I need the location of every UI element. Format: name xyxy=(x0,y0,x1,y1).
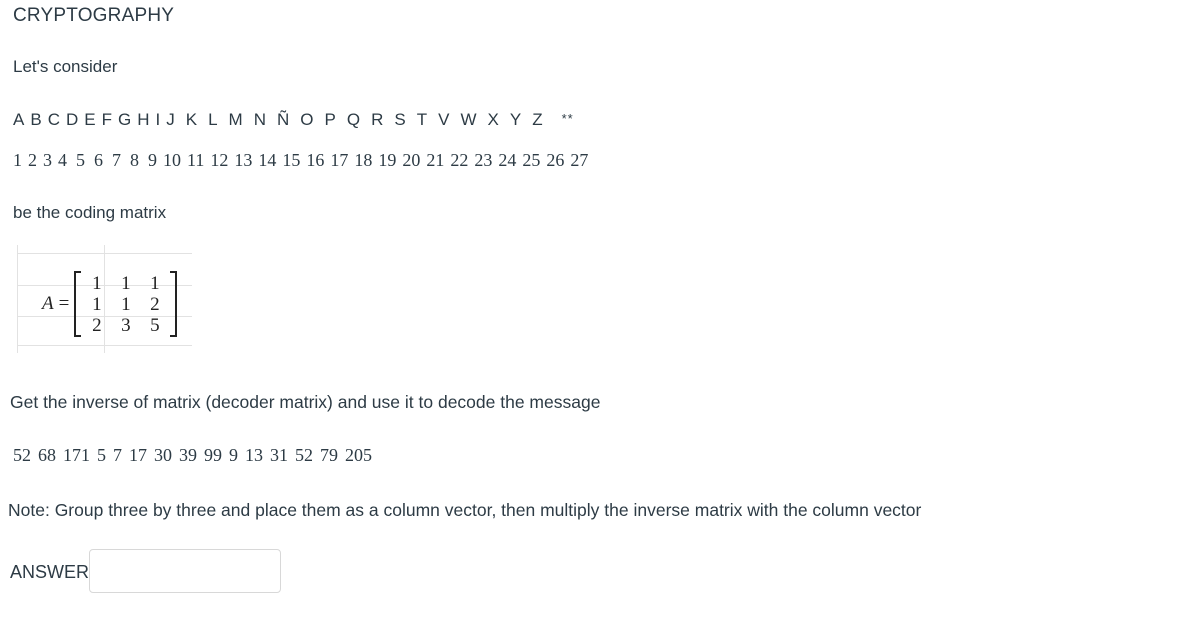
message-number: 52 xyxy=(13,445,31,465)
cipher-number: 19 xyxy=(378,150,397,170)
message-number: 5 xyxy=(97,445,106,465)
cipher-letter: T xyxy=(416,110,428,129)
cipher-number: 27 xyxy=(570,150,589,170)
matrix-cell: 2 xyxy=(150,293,160,315)
message-number: 205 xyxy=(345,445,372,465)
cipher-number: 26 xyxy=(546,150,565,170)
cipher-number: 4 xyxy=(58,150,67,170)
message-number: 13 xyxy=(245,445,263,465)
grid-vertical-line xyxy=(17,245,18,353)
cipher-letter: O xyxy=(300,110,314,129)
cipher-letter: Z xyxy=(532,110,543,129)
cipher-number: 8 xyxy=(130,150,139,170)
cipher-number: 11 xyxy=(187,150,205,170)
matrix-cell: 1 xyxy=(121,293,131,315)
cipher-number: 12 xyxy=(210,150,229,170)
message-number: 7 xyxy=(113,445,122,465)
equals-sign: = xyxy=(58,293,70,314)
cipher-letter: V xyxy=(438,110,450,129)
cipher-number: 21 xyxy=(426,150,445,170)
left-bracket-icon xyxy=(73,271,82,337)
cipher-number: 10 xyxy=(163,150,181,170)
cipher-letter: I xyxy=(155,110,161,129)
matrix-values-grid: 111112235 xyxy=(82,273,169,336)
cipher-letter: N xyxy=(253,110,266,129)
intro-text: Let's consider xyxy=(13,57,118,76)
cipher-letter-stars: ** xyxy=(561,111,574,126)
message-number: 17 xyxy=(129,445,147,465)
matrix-cell: 1 xyxy=(121,272,131,294)
cipher-letter: S xyxy=(394,110,406,129)
cipher-letter: P xyxy=(324,110,336,129)
cipher-letter: X xyxy=(487,110,499,129)
cipher-number: 3 xyxy=(43,150,52,170)
answer-input[interactable] xyxy=(89,549,282,593)
matrix-cell: 5 xyxy=(150,314,160,336)
cipher-number: 14 xyxy=(258,150,277,170)
cipher-letter: F xyxy=(101,110,112,129)
encoded-message: 52 68 171 5 7 17 30 39 99 9 13 31 52 79 205 xyxy=(13,445,379,466)
cipher-number: 25 xyxy=(522,150,541,170)
cipher-number: 20 xyxy=(402,150,421,170)
coding-matrix-caption: be the coding matrix xyxy=(13,203,167,222)
cipher-number: 1 xyxy=(13,150,22,170)
message-number: 68 xyxy=(38,445,56,465)
cipher-number: 7 xyxy=(112,150,121,170)
coding-matrix-block: A = 111112235 xyxy=(0,245,200,353)
message-number: 30 xyxy=(154,445,172,465)
page-title: CRYPTOGRAPHY xyxy=(13,5,175,26)
cipher-number: 9 xyxy=(148,150,157,170)
answer-label: ANSWER xyxy=(10,562,90,582)
cipher-number: 23 xyxy=(474,150,493,170)
message-number: 79 xyxy=(320,445,338,465)
message-number: 9 xyxy=(229,445,238,465)
cipher-letter: A xyxy=(13,110,25,129)
decode-instruction: Get the inverse of matrix (decoder matri… xyxy=(10,392,601,412)
cipher-number: 22 xyxy=(450,150,469,170)
matrix-cell: 2 xyxy=(92,314,102,336)
cipher-letter: K xyxy=(185,110,198,129)
matrix-cell: 1 xyxy=(150,272,160,294)
matrix-cell: 3 xyxy=(121,314,131,336)
cipher-letter: B xyxy=(30,110,42,129)
cipher-letter: M xyxy=(228,110,243,129)
message-number: 99 xyxy=(204,445,222,465)
cipher-number: 5 xyxy=(76,150,85,170)
cipher-letter: D xyxy=(65,110,79,129)
cipher-letter: L xyxy=(208,110,218,129)
matrix-cell: 1 xyxy=(92,272,102,294)
matrix-variable-label: A xyxy=(42,293,54,314)
cipher-letter: W xyxy=(460,110,477,129)
cipher-number: 18 xyxy=(354,150,373,170)
cipher-number: 6 xyxy=(94,150,103,170)
cipher-number: 17 xyxy=(330,150,349,170)
message-number: 171 xyxy=(63,445,90,465)
matrix-expression: A = 111112235 xyxy=(42,271,178,337)
cipher-letter: C xyxy=(47,110,60,129)
cipher-letter: E xyxy=(84,110,96,129)
message-number: 31 xyxy=(270,445,288,465)
cipher-letter: R xyxy=(371,110,384,129)
worksheet-page: CRYPTOGRAPHY Let's consider ABCDEFGHIJKL… xyxy=(0,0,1200,642)
right-bracket-icon xyxy=(169,271,178,337)
cipher-letter: Q xyxy=(346,110,361,129)
cipher-letter: H xyxy=(137,110,150,129)
cipher-letters-row: A B C D E F G H I J K L M N Ñ O P Q R S T V W X Y Z ** xyxy=(13,110,574,130)
cipher-number: 2 xyxy=(28,150,37,170)
cipher-numbers-row: 1 2 3 4 5 6 7 8 9 10 11 12 13 14 15 16 17 18 19 20 21 22 23 24 2… xyxy=(13,150,594,171)
cipher-number: 16 xyxy=(306,150,325,170)
cipher-number: 15 xyxy=(282,150,301,170)
cipher-number: 24 xyxy=(498,150,517,170)
answer-row: ANSWER xyxy=(10,549,282,595)
cipher-number: 13 xyxy=(234,150,253,170)
message-number: 39 xyxy=(179,445,197,465)
message-number: 52 xyxy=(295,445,313,465)
matrix-cell: 1 xyxy=(92,293,102,315)
cipher-letter: Ñ xyxy=(277,110,290,129)
cipher-letter: Y xyxy=(509,110,522,129)
note-text: Note: Group three by three and place the… xyxy=(8,500,922,520)
cipher-letter: G xyxy=(117,110,132,129)
cipher-letter: J xyxy=(166,110,175,129)
